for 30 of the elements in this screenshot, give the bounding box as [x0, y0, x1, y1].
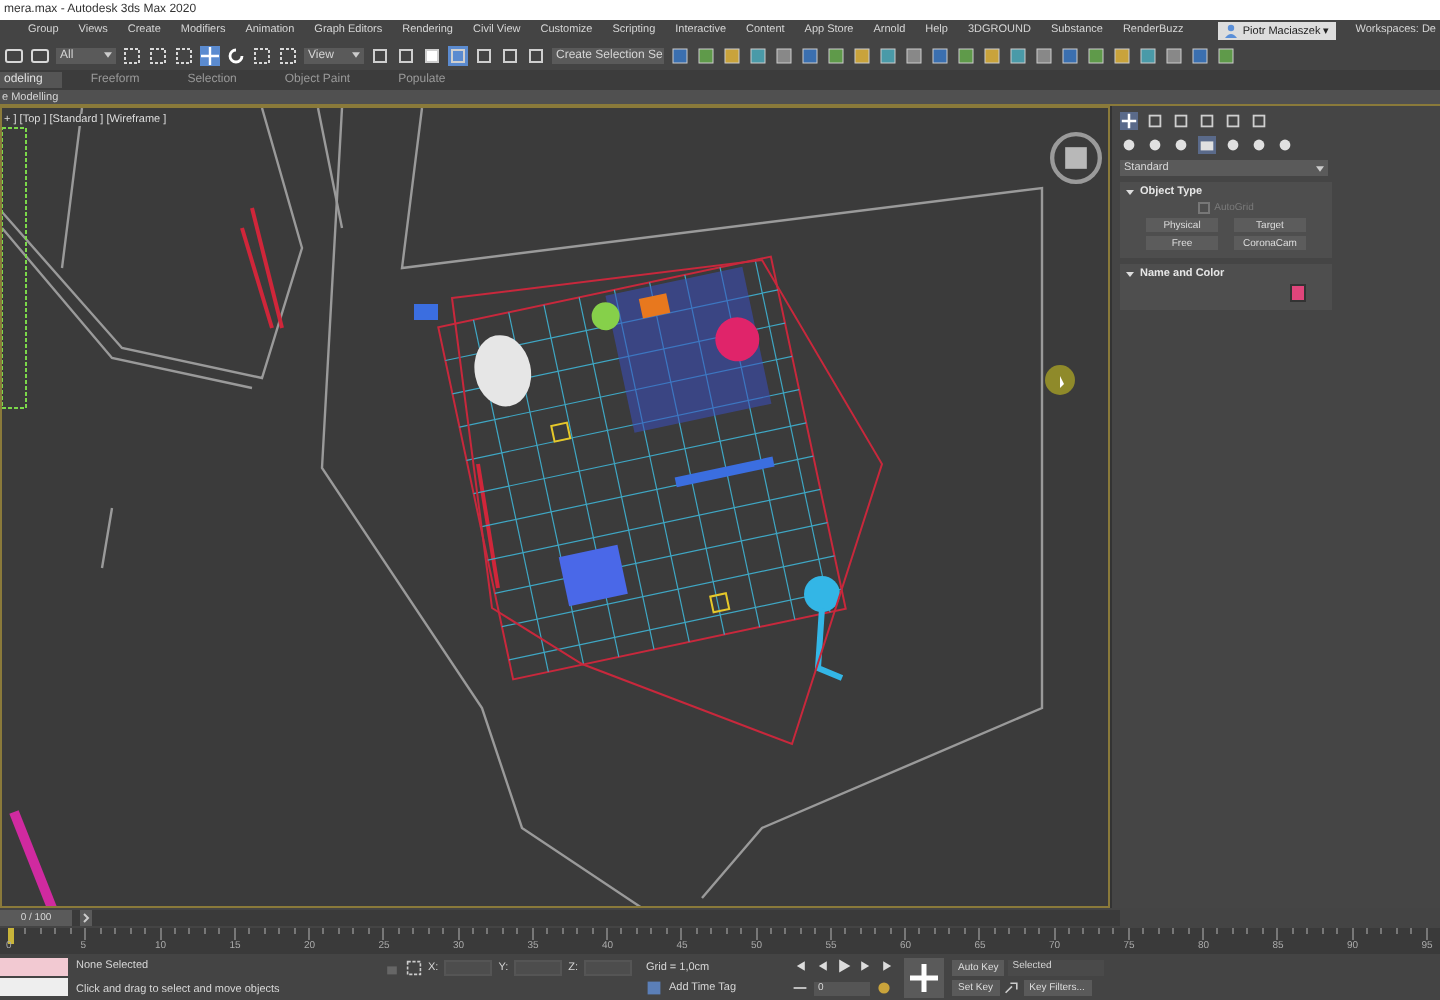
caret-icon	[352, 52, 360, 58]
select-icon[interactable]	[122, 45, 142, 65]
play-icon[interactable]	[836, 958, 852, 974]
key-icon[interactable]	[1003, 979, 1020, 995]
rotate-icon[interactable]	[226, 45, 246, 65]
maxscript-listener-field[interactable]	[0, 958, 68, 976]
key-plus-icon	[908, 961, 940, 993]
angle-snap-icon[interactable]	[448, 45, 468, 65]
next-frame-icon[interactable]	[80, 910, 92, 926]
maxscript-input-field[interactable]	[0, 978, 68, 996]
camera-icon[interactable]	[1198, 136, 1216, 154]
plus-icon[interactable]	[1120, 112, 1138, 130]
cursor-icon	[1044, 364, 1076, 396]
object-color-swatch[interactable]	[1290, 284, 1306, 302]
next-frame-icon[interactable]	[858, 958, 874, 974]
caret-icon	[1316, 165, 1324, 171]
rollout-toggle-icon[interactable]	[1126, 270, 1134, 278]
previous-frame-icon[interactable]	[814, 958, 830, 974]
rollout-toggle-icon[interactable]	[1126, 188, 1134, 196]
viewcube-icon[interactable]	[1050, 132, 1102, 184]
skip-start-icon[interactable]	[792, 958, 808, 974]
skip-end-icon[interactable]	[880, 958, 896, 974]
set-keys-button[interactable]	[904, 957, 944, 997]
time-configuration-icon[interactable]	[876, 980, 892, 996]
user-icon	[1224, 23, 1239, 37]
caret-icon	[104, 52, 112, 58]
move-icon[interactable]	[200, 45, 220, 65]
tag-icon	[646, 979, 663, 995]
sphere-icon[interactable]	[1120, 136, 1138, 154]
select-region-icon[interactable]	[148, 45, 168, 65]
